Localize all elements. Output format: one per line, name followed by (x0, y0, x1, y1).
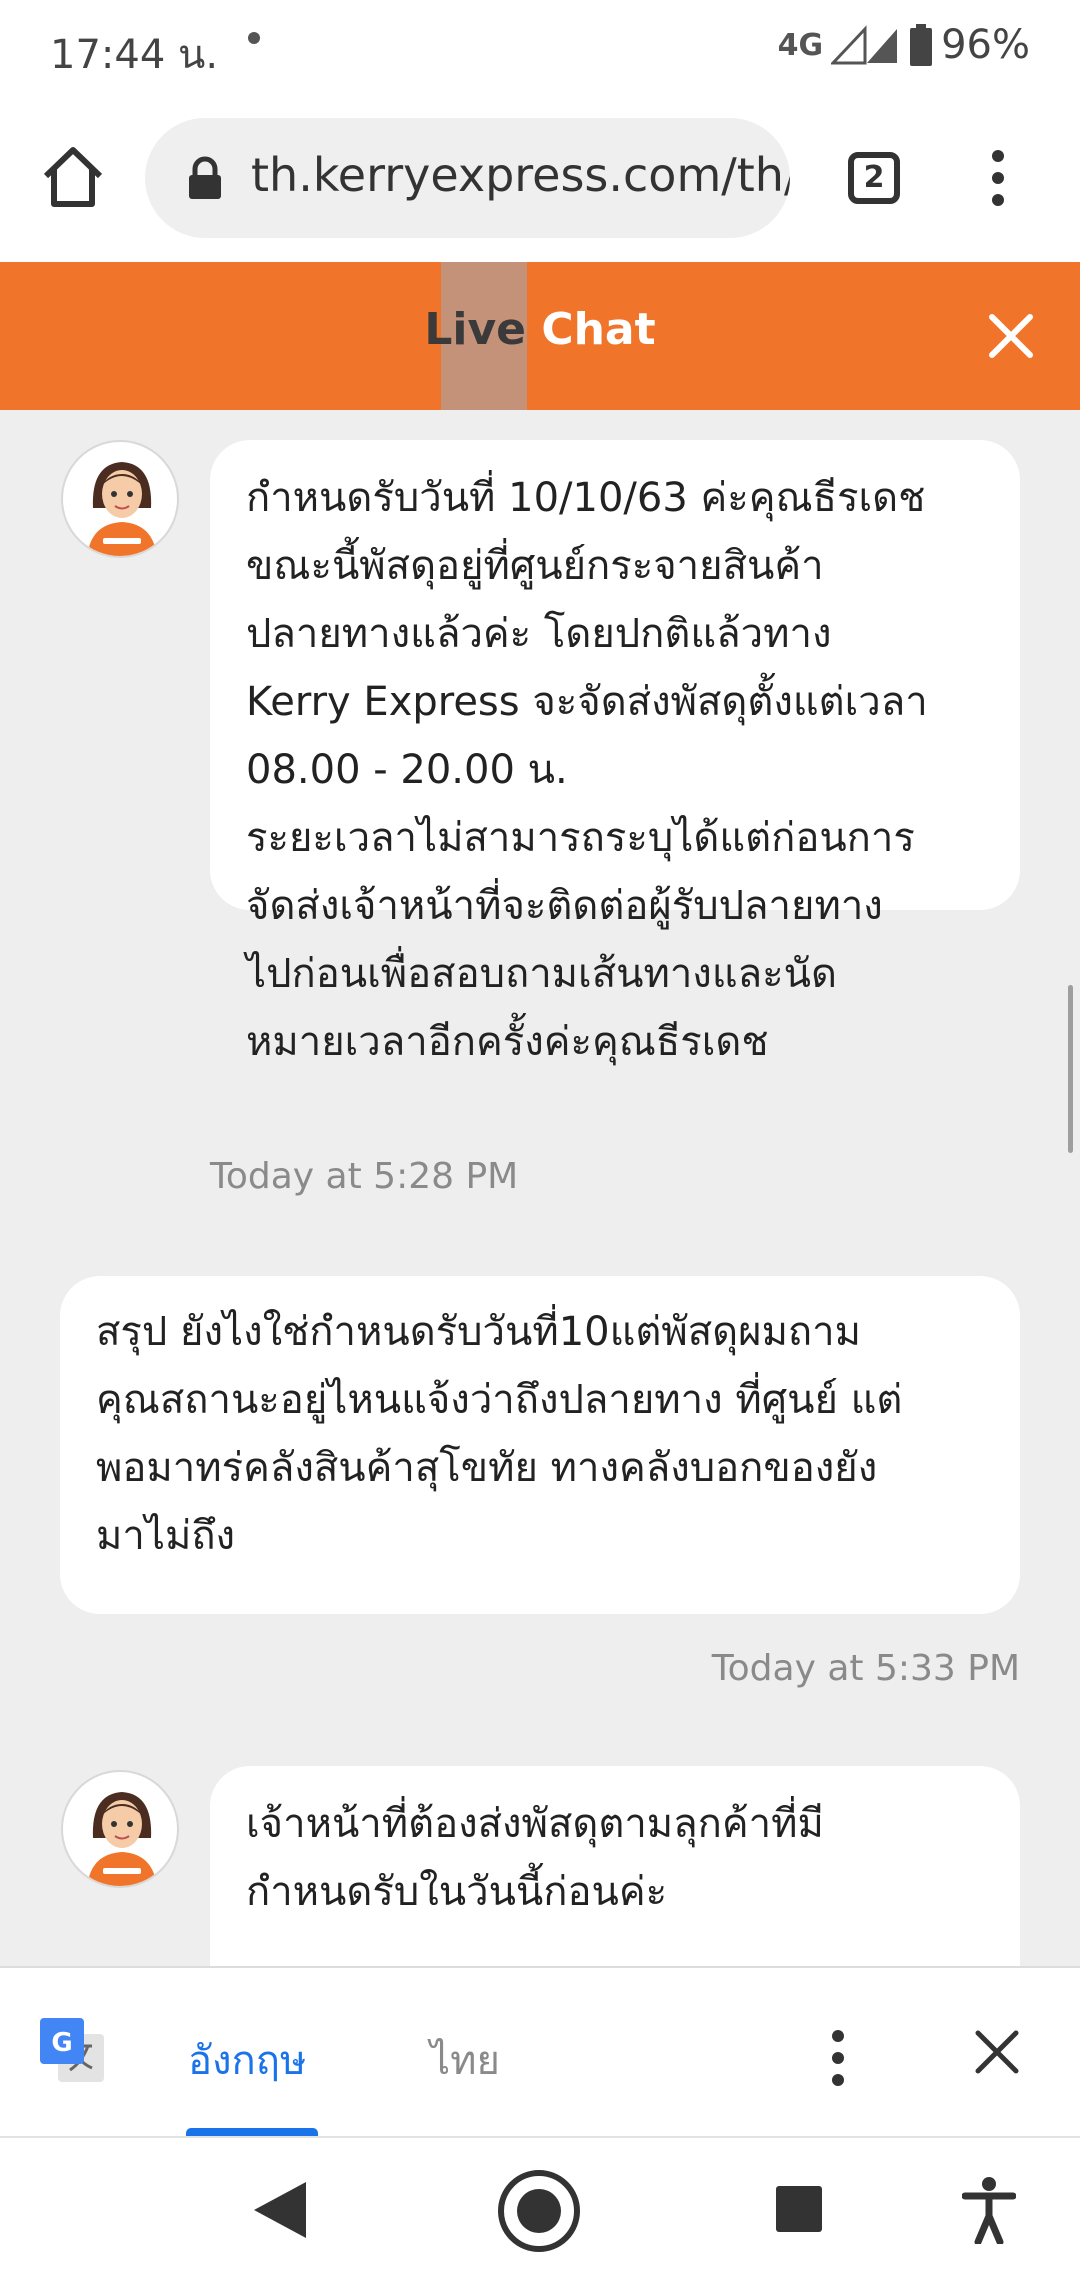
agent-avatar (61, 440, 179, 558)
agent-avatar (61, 1770, 179, 1888)
live-chat-header: Live Chat (0, 262, 1080, 410)
battery-icon (910, 24, 933, 66)
chat-scrollbar[interactable] (1068, 985, 1073, 1153)
agent-message: เจ้าหน้าที่ต้องส่งพัสดุตามลุกค้าที่มี กำ… (210, 1766, 1020, 1966)
svg-text:G: G (51, 2028, 72, 2058)
system-nav-bar (0, 2136, 1080, 2280)
home-icon[interactable] (38, 142, 108, 212)
address-bar[interactable]: th.kerryexpress.com/th/ (145, 118, 790, 238)
message-timestamp: Today at 5:28 PM (210, 1156, 519, 1197)
lock-icon (189, 156, 221, 199)
chat-messages[interactable]: กำหนดรับวันที่ 10/10/63 ค่ะคุณธีรเดช ขณะ… (0, 410, 1080, 1966)
tab-switcher-button[interactable]: 2 (848, 152, 900, 204)
nav-home-icon[interactable] (496, 2168, 582, 2254)
signal-icon (831, 25, 898, 65)
nav-recents-icon[interactable] (776, 2186, 822, 2232)
message-line: จัดส่งเจ้าหน้าที่จะติดต่อผู้รับปลายทาง (246, 883, 883, 929)
message-line: ระยะเวลาไม่สามารถระบุได้แต่ก่อนการ (246, 815, 915, 861)
user-message: สรุป ยังไงใช่กำหนดรับวันที่10แต่พัสดุผมถ… (60, 1276, 1020, 1614)
nav-back-icon[interactable] (252, 2180, 308, 2240)
more-vert-icon[interactable] (978, 146, 1018, 210)
message-line: กำหนดรับวันที่ 10/10/63 ค่ะคุณธีรเดช (246, 475, 926, 521)
message-line: Kerry Express จะจัดส่งพัสดุตั้งแต่เวลา (246, 679, 928, 725)
status-bar: 17:44 น. 4G 96% (0, 0, 1080, 96)
network-type: 4G (777, 27, 824, 63)
translate-more-icon[interactable] (818, 2026, 858, 2090)
chat-title-chat: Chat (541, 304, 656, 355)
status-time: 17:44 น. (50, 32, 219, 78)
message-line: เจ้าหน้าที่ต้องส่งพัสดุตามลุกค้าที่มี (246, 1801, 824, 1847)
status-right: 4G 96% (778, 20, 1030, 70)
message-line: มาไม่ถึง (96, 1513, 236, 1559)
google-translate-icon: G (40, 2018, 104, 2082)
message-timestamp: Today at 5:33 PM (711, 1648, 1020, 1689)
message-line: สรุป ยังไงใช่กำหนดรับวันที่10แต่พัสดุผมถ… (96, 1309, 861, 1355)
translate-bar: G อังกฤษ ไทย (0, 1966, 1080, 2138)
message-line: 08.00 - 20.00 น. (246, 747, 568, 793)
close-icon[interactable] (988, 313, 1034, 359)
message-line: ขณะนี้พัสดุอยู่ที่ศูนย์กระจายสินค้า (246, 543, 824, 589)
browser-toolbar: th.kerryexpress.com/th/ 2 (0, 96, 1080, 262)
message-line: หมายเวลาอีกครั้งค่ะคุณธีรเดช (246, 1019, 769, 1065)
url-text[interactable]: th.kerryexpress.com/th/ (251, 148, 790, 202)
message-line: พอมาทร่คลังสินค้าสุโขทัย ทางคลังบอกของยั… (96, 1445, 878, 1491)
battery-percent: 96% (941, 22, 1030, 68)
agent-message: กำหนดรับวันที่ 10/10/63 ค่ะคุณธีรเดช ขณะ… (210, 440, 1020, 1065)
chat-title-live: Live (424, 304, 526, 355)
accessibility-icon[interactable] (962, 2176, 1016, 2244)
translate-close-icon[interactable] (975, 2030, 1019, 2074)
chat-title: Live Chat (0, 304, 1080, 355)
tab-source-language[interactable]: อังกฤษ (188, 2028, 306, 2092)
agent-avatar-icon (87, 1792, 157, 1886)
agent-avatar-icon (87, 462, 157, 556)
notification-dot (248, 32, 260, 44)
message-line: คุณสถานะอยู่ไหนแจ้งว่าถึงปลายทาง ที่ศูนย… (96, 1377, 903, 1423)
message-line: ปลายทางแล้วค่ะ โดยปกติแล้วทาง (246, 611, 832, 657)
message-line: กำหนดรับในวันนี้ก่อนค่ะ (246, 1869, 668, 1915)
tab-target-language[interactable]: ไทย (430, 2028, 500, 2092)
message-line: ไปก่อนเพื่อสอบถามเส้นทางและนัด (246, 951, 837, 997)
